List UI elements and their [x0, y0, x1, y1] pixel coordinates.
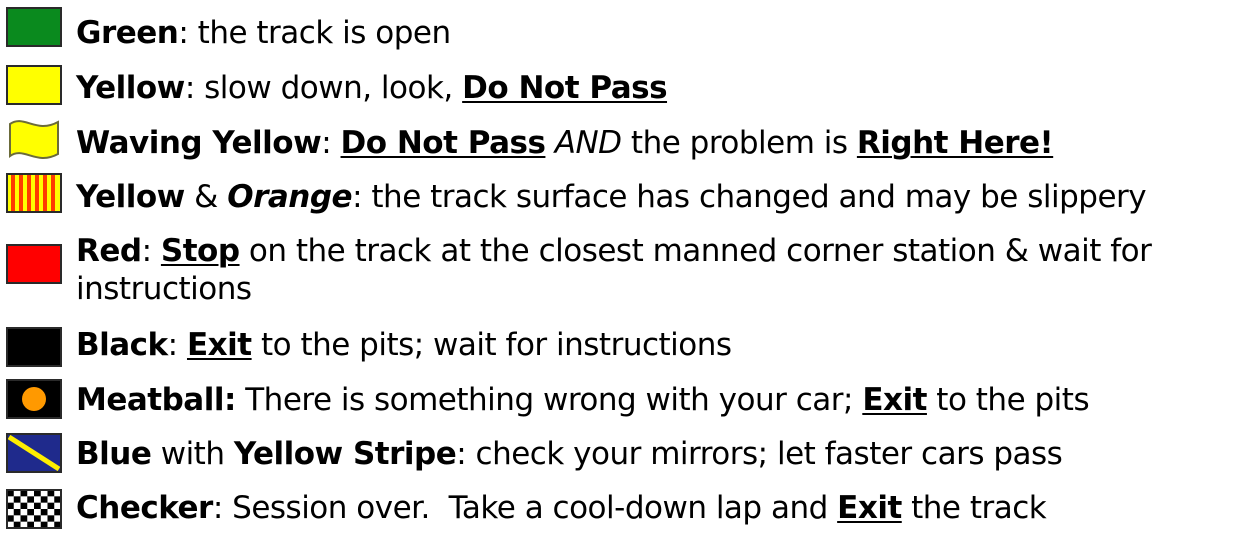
checkered-flag-description: Checker: Session over. Take a cool-down …	[76, 490, 1047, 526]
emphasis: Stop	[160, 233, 240, 269]
flag-name: Green	[76, 15, 179, 51]
yellow-flag-icon	[6, 65, 62, 105]
red-flag-icon	[6, 244, 62, 284]
meatball-flag-icon	[6, 379, 62, 419]
black-flag-description: Black: Exit to the pits; wait for instru…	[76, 327, 732, 363]
flag-name: Blue	[76, 436, 152, 472]
flag-name: Waving Yellow	[76, 125, 322, 161]
red-flag-description: Red: Stop on the track at the closest ma…	[76, 233, 1152, 307]
emphasis: Do Not Pass	[462, 70, 668, 106]
black-flag-icon	[6, 327, 62, 367]
yellow-orange-striped-flag-icon	[6, 173, 62, 213]
emphasis: Right Here!	[856, 125, 1054, 161]
blue-yellow-stripe-flag-icon	[6, 433, 62, 473]
flag-legend: Green: the track is open Yellow: slow do…	[0, 0, 1243, 533]
emphasis: Exit	[837, 490, 902, 526]
waving-yellow-flag-icon	[6, 116, 62, 159]
flag-name: Red	[76, 233, 142, 269]
meatball-flag-description: Meatball: There is something wrong with …	[76, 382, 1090, 418]
checkered-flag-icon	[6, 489, 62, 529]
flag-name: Checker	[76, 490, 213, 526]
emphasis: Exit	[862, 382, 927, 418]
yellow-flag-description: Yellow: slow down, look, Do Not Pass	[76, 70, 668, 106]
yellow-orange-flag-description: Yellow & Orange: the track surface has c…	[76, 179, 1147, 215]
green-flag-description: Green: the track is open	[76, 15, 451, 51]
blue-flag-description: Blue with Yellow Stripe: check your mirr…	[76, 436, 1063, 472]
flag-name: Yellow	[76, 179, 185, 215]
emphasis: Do Not Pass	[340, 125, 546, 161]
flag-name: Yellow	[76, 70, 185, 106]
flag-name: Meatball:	[76, 382, 236, 418]
emphasis: Exit	[186, 327, 252, 363]
green-flag-icon	[6, 7, 62, 47]
waving-yellow-flag-description: Waving Yellow: Do Not Pass AND the probl…	[76, 125, 1054, 161]
flag-name: Black	[76, 327, 168, 363]
